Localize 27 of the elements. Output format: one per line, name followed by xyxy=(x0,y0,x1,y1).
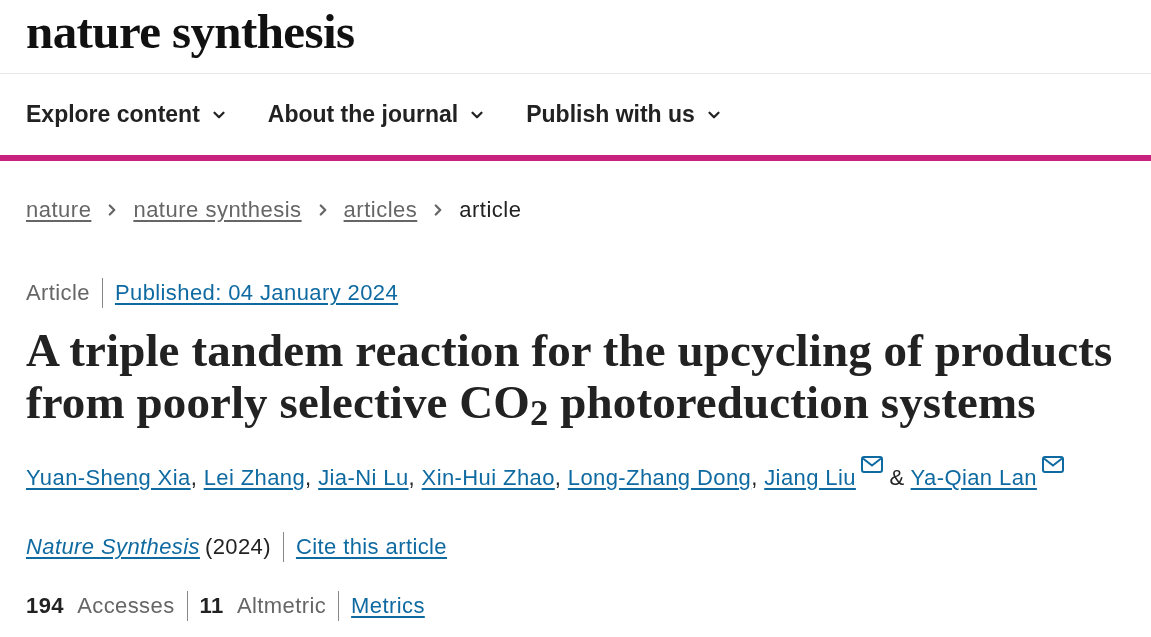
author-link[interactable]: Xin-Hui Zhao xyxy=(421,465,555,491)
breadcrumb-link[interactable]: articles xyxy=(343,197,418,223)
nav-menu-button[interactable]: About the journal xyxy=(267,101,487,128)
mail-icon[interactable] xyxy=(1041,456,1064,473)
nav-menu-button[interactable]: Explore content xyxy=(26,101,228,128)
author-link[interactable]: Lei Zhang xyxy=(203,465,306,491)
cite-link[interactable]: Cite this article xyxy=(295,534,447,561)
author-link[interactable]: Jiang Liu xyxy=(764,465,856,491)
metric-text: 194 Accesses xyxy=(26,593,175,620)
author-link[interactable]: Yuan-Sheng Xia xyxy=(26,465,191,491)
breadcrumb-current: article xyxy=(459,197,522,223)
journal-logo[interactable]: nature synthesis xyxy=(26,7,355,56)
metric-text: 11 Altmetric xyxy=(199,593,327,620)
breadcrumb-link[interactable]: nature synthesis xyxy=(133,197,302,223)
author-list: Yuan-Sheng Xia, Lei Zhang, Jia-Ni Lu, Xin-Hui Zhao, Long-Zhang Dong, Jiang Liu & Ya-Qian Lan xyxy=(26,456,1125,494)
mail-icon[interactable] xyxy=(860,456,883,473)
article-type-text: Article xyxy=(26,280,90,306)
year-text: (2024) xyxy=(204,534,271,561)
breadcrumb-link[interactable]: nature xyxy=(26,197,92,223)
metrics-link[interactable]: Metrics xyxy=(351,593,425,620)
published-date-link[interactable]: Published: 04 January 2024 xyxy=(114,280,399,306)
author-link[interactable]: Ya-Qian Lan xyxy=(910,465,1037,491)
journal-link[interactable]: Nature Synthesis xyxy=(26,534,200,561)
author-link[interactable]: Jia-Ni Lu xyxy=(318,465,409,491)
article-title: A triple tandem reaction for the upcycling of products from poorly selective CO$_{2}$ photoreduction systems xyxy=(26,324,1114,428)
author-link[interactable]: Long-Zhang Dong xyxy=(567,465,752,491)
nav-menu-button[interactable]: Publish with us xyxy=(526,101,723,128)
